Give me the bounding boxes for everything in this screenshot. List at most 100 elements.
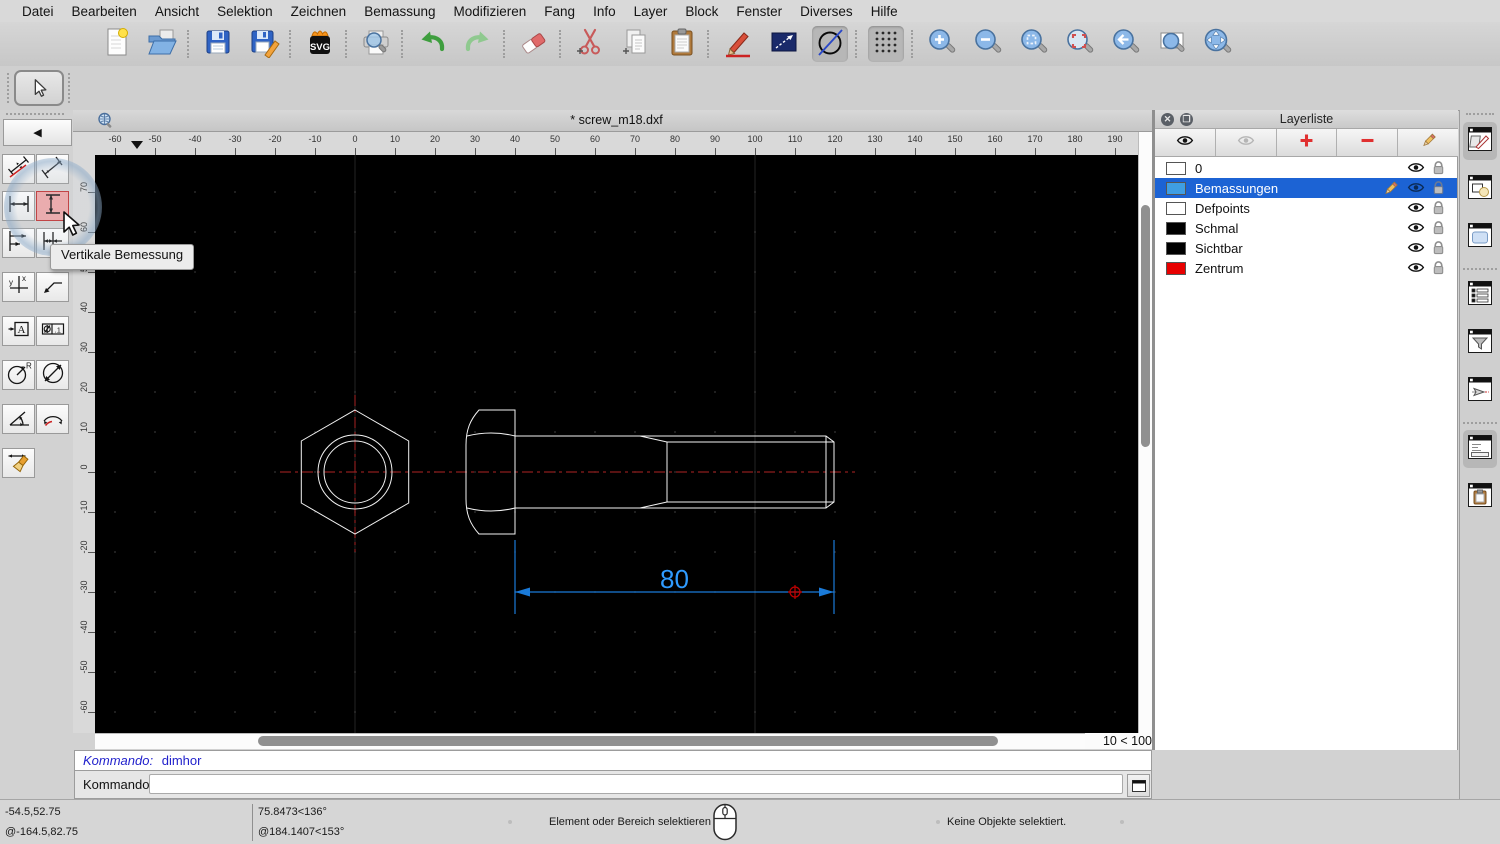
edit-layer-button[interactable]	[1398, 129, 1458, 156]
toolbar-drag-handle[interactable]	[7, 73, 9, 103]
dim-radial-tool[interactable]: R	[2, 360, 35, 390]
dim-label-tool[interactable]: A	[2, 316, 35, 346]
hide-all-eye-button[interactable]	[1216, 129, 1277, 156]
layer-visibility-eye-icon[interactable]	[1407, 180, 1425, 196]
layer-row-defpoints[interactable]: Defpoints	[1155, 198, 1457, 218]
layer-row-schmal[interactable]: Schmal	[1155, 218, 1457, 238]
dock-command-toggle-button[interactable]	[1463, 430, 1497, 468]
dock-pen-palette-toggle-button[interactable]	[1463, 372, 1497, 410]
dock-block-list-toggle-button[interactable]	[1463, 170, 1497, 208]
open-file-button[interactable]	[144, 26, 180, 62]
layer-row-0[interactable]: 0	[1155, 158, 1457, 178]
zoom-auto-button[interactable]	[1016, 26, 1052, 62]
menu-bemassung[interactable]: Bemassung	[355, 4, 444, 19]
svg-export-button[interactable]: SVG	[302, 26, 338, 62]
layer-visibility-eye-icon[interactable]	[1407, 160, 1425, 176]
remove-layer-button[interactable]	[1337, 129, 1399, 156]
dock-clipboard-toggle-button[interactable]	[1463, 478, 1497, 516]
undo-button[interactable]	[414, 26, 450, 62]
menu-block[interactable]: Block	[676, 4, 727, 19]
dim-angular-tool[interactable]	[2, 404, 35, 434]
save-button[interactable]	[200, 26, 236, 62]
layer-color-swatch[interactable]	[1166, 241, 1186, 255]
vertical-scrollbar-thumb[interactable]	[1141, 205, 1150, 447]
circle-tool-button[interactable]	[812, 26, 848, 62]
vertical-scrollbar[interactable]	[1138, 132, 1152, 733]
layer-visibility-eye-icon[interactable]	[1407, 200, 1425, 216]
paste-button[interactable]	[664, 26, 700, 62]
drawing-canvas[interactable]: 80	[95, 155, 1138, 733]
pen-tool-button[interactable]	[720, 26, 756, 62]
menu-bearbeiten[interactable]: Bearbeiten	[63, 4, 146, 19]
v-ruler-label: -20	[79, 540, 89, 554]
cut-button[interactable]	[572, 26, 608, 62]
layer-lock-icon[interactable]	[1432, 220, 1450, 236]
layer-lock-icon[interactable]	[1432, 180, 1450, 196]
palette-drag-handle[interactable]	[6, 113, 64, 115]
copy-button[interactable]	[618, 26, 654, 62]
layer-lock-icon[interactable]	[1432, 160, 1450, 176]
menu-datei[interactable]: Datei	[13, 4, 63, 19]
menu-ansicht[interactable]: Ansicht	[146, 4, 208, 19]
layer-color-swatch[interactable]	[1166, 261, 1186, 275]
horizontal-scrollbar-thumb[interactable]	[258, 736, 998, 746]
zoom-selected-button[interactable]	[1062, 26, 1098, 62]
command-input[interactable]	[149, 774, 1123, 794]
menu-selektion[interactable]: Selektion	[208, 4, 282, 19]
menu-diverses[interactable]: Diverses	[791, 4, 862, 19]
zoom-pan-button[interactable]	[1200, 26, 1236, 62]
zoom-in-button[interactable]	[924, 26, 960, 62]
layer-row-zentrum[interactable]: Zentrum	[1155, 258, 1457, 278]
dock-drag-handle[interactable]	[1466, 113, 1494, 115]
zoom-window-button[interactable]	[1154, 26, 1190, 62]
select-tool-button[interactable]	[14, 70, 64, 106]
layer-color-swatch[interactable]	[1166, 221, 1186, 235]
layer-visibility-eye-icon[interactable]	[1407, 220, 1425, 236]
layer-lock-icon[interactable]	[1432, 240, 1450, 256]
command-prompt-label: Kommando:	[83, 777, 154, 792]
dim-leader-tool[interactable]	[36, 272, 69, 302]
dim-diametric-tool[interactable]	[36, 360, 69, 390]
menu-modifizieren[interactable]: Modifizieren	[445, 4, 536, 19]
dock-layer-list-toggle-button[interactable]	[1463, 122, 1497, 160]
delete-eraser-button[interactable]	[516, 26, 552, 62]
line-tool-button[interactable]	[766, 26, 802, 62]
dim-ordinate-tool[interactable]: xy	[2, 272, 35, 302]
dock-filter-toggle-button[interactable]	[1463, 324, 1497, 362]
h-ruler-label: 80	[669, 134, 681, 144]
dock-entity-list-toggle-button[interactable]	[1463, 276, 1497, 314]
menu-layer[interactable]: Layer	[625, 4, 677, 19]
grid-toggle-button[interactable]	[868, 26, 904, 62]
layer-color-swatch[interactable]	[1166, 201, 1186, 215]
dim-edit-tool[interactable]	[2, 448, 35, 478]
zoom-out-button[interactable]	[970, 26, 1006, 62]
menu-info[interactable]: Info	[584, 4, 625, 19]
print-preview-button[interactable]	[358, 26, 394, 62]
command-detach-button[interactable]	[1127, 774, 1150, 797]
layer-lock-icon[interactable]	[1432, 200, 1450, 216]
add-layer-button[interactable]	[1277, 129, 1338, 156]
palette-back-button[interactable]: ◀	[3, 119, 72, 146]
layer-row-sichtbar[interactable]: Sichtbar	[1155, 238, 1457, 258]
dock-library-toggle-button[interactable]	[1463, 218, 1497, 256]
save-as-button[interactable]	[246, 26, 282, 62]
dim-tolerance-tool[interactable]: .1	[36, 316, 69, 346]
new-file-button[interactable]	[98, 26, 134, 62]
layer-visibility-eye-icon[interactable]	[1407, 240, 1425, 256]
menu-fenster[interactable]: Fenster	[727, 4, 791, 19]
layer-edit-pencil-icon[interactable]	[1382, 180, 1400, 196]
menu-hilfe[interactable]: Hilfe	[862, 4, 907, 19]
menu-fang[interactable]: Fang	[535, 4, 584, 19]
menu-zeichnen[interactable]: Zeichnen	[282, 4, 356, 19]
horizontal-scrollbar[interactable]	[95, 733, 1085, 749]
layer-lock-icon[interactable]	[1432, 260, 1450, 276]
layer-color-swatch[interactable]	[1166, 161, 1186, 175]
zoom-previous-button[interactable]	[1108, 26, 1144, 62]
toolbar-drag-handle[interactable]	[68, 73, 70, 103]
show-all-eye-button[interactable]	[1155, 129, 1216, 156]
layer-row-bemassungen[interactable]: Bemassungen	[1155, 178, 1457, 198]
dim-arc-tool[interactable]	[36, 404, 69, 434]
redo-button[interactable]	[460, 26, 496, 62]
layer-visibility-eye-icon[interactable]	[1407, 260, 1425, 276]
layer-color-swatch[interactable]	[1166, 181, 1186, 195]
